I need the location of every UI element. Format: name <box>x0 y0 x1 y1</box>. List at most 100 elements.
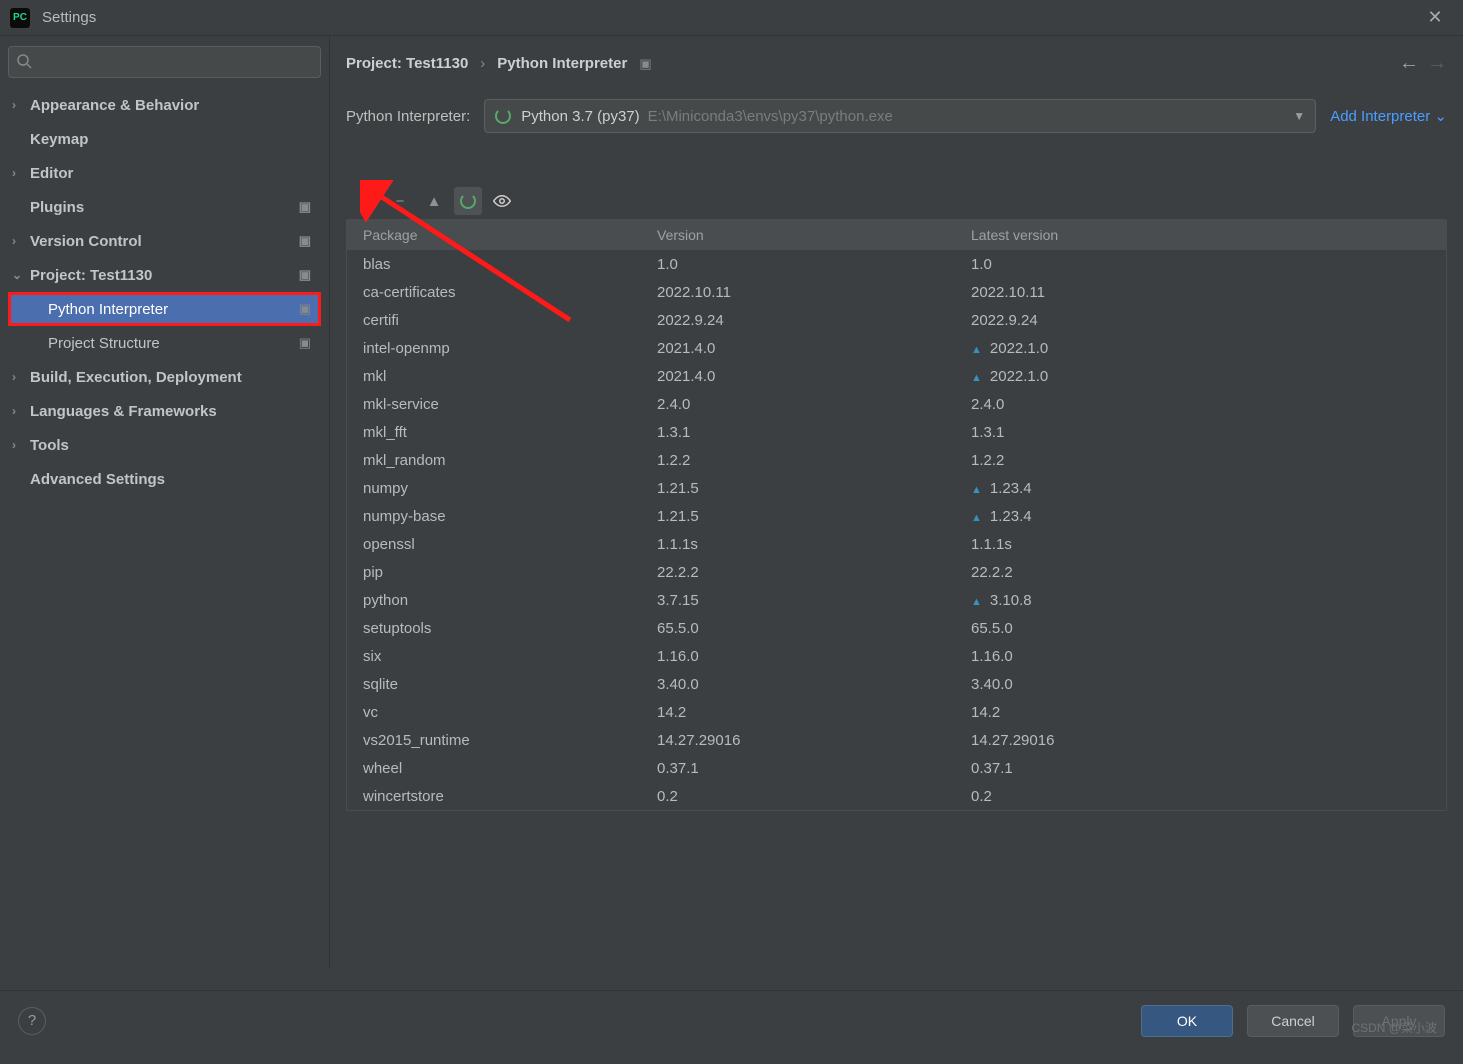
cell-version: 1.21.5 <box>657 508 967 525</box>
cell-package: ca-certificates <box>347 284 657 301</box>
sidebar-item[interactable]: Project Structure▣ <box>8 326 321 360</box>
back-icon[interactable]: ← <box>1399 52 1419 75</box>
package-row[interactable]: numpy-base1.21.5▲1.23.4 <box>347 502 1446 530</box>
upgrade-package-button[interactable]: ▲ <box>420 187 448 215</box>
package-row[interactable]: vs2015_runtime14.27.2901614.27.29016 <box>347 726 1446 754</box>
package-row[interactable]: certifi2022.9.242022.9.24 <box>347 306 1446 334</box>
sidebar-item[interactable]: ›Tools <box>8 428 321 462</box>
sidebar-item-label: Editor <box>30 165 73 182</box>
scope-icon: ▣ <box>299 199 311 215</box>
cell-version: 1.3.1 <box>657 424 967 441</box>
sidebar-item-label: Advanced Settings <box>30 471 165 488</box>
sidebar: ›Appearance & BehaviorKeymap›EditorPlugi… <box>0 36 330 968</box>
package-row[interactable]: setuptools65.5.065.5.0 <box>347 614 1446 642</box>
package-row[interactable]: six1.16.01.16.0 <box>347 642 1446 670</box>
package-row[interactable]: mkl2021.4.0▲2022.1.0 <box>347 362 1446 390</box>
sidebar-item-label: Build, Execution, Deployment <box>30 369 242 386</box>
col-latest[interactable]: Latest version <box>967 227 1446 243</box>
close-icon[interactable]: ✕ <box>1417 7 1453 28</box>
package-row[interactable]: intel-openmp2021.4.0▲2022.1.0 <box>347 334 1446 362</box>
cell-version: 1.0 <box>657 256 967 273</box>
sidebar-item[interactable]: Python Interpreter ▣ <box>8 292 321 326</box>
package-row[interactable]: mkl_random1.2.21.2.2 <box>347 446 1446 474</box>
cell-version: 0.37.1 <box>657 760 967 777</box>
sidebar-item[interactable]: ›Appearance & Behavior <box>8 88 321 122</box>
cell-version: 14.2 <box>657 704 967 721</box>
chevron-down-icon: ⌄ <box>1434 108 1447 125</box>
cell-package: numpy <box>347 480 657 497</box>
package-row[interactable]: mkl-service2.4.02.4.0 <box>347 390 1446 418</box>
cell-package: numpy-base <box>347 508 657 525</box>
crumb-project[interactable]: Project: Test1130 <box>346 55 468 72</box>
footer: ? OK Cancel Apply <box>0 990 1463 1050</box>
chevron-icon: › <box>12 166 30 180</box>
add-package-button[interactable]: + <box>352 187 380 215</box>
sidebar-item[interactable]: Advanced Settings <box>8 462 321 496</box>
sidebar-item-label: Python Interpreter <box>48 301 168 318</box>
sidebar-item-label: Project: Test1130 <box>30 267 152 284</box>
package-row[interactable]: numpy1.21.5▲1.23.4 <box>347 474 1446 502</box>
package-row[interactable]: vc14.214.2 <box>347 698 1446 726</box>
conda-load-button[interactable] <box>454 187 482 215</box>
package-row[interactable]: wheel0.37.10.37.1 <box>347 754 1446 782</box>
search-input[interactable] <box>8 46 321 78</box>
sidebar-item-label: Appearance & Behavior <box>30 97 199 114</box>
forward-icon: → <box>1427 52 1447 75</box>
remove-package-button[interactable]: − <box>386 187 414 215</box>
cell-version: 1.21.5 <box>657 480 967 497</box>
cell-latest: ▲1.23.4 <box>967 508 1446 525</box>
apply-button: Apply <box>1353 1005 1445 1037</box>
chevron-icon: › <box>12 98 30 112</box>
cell-latest: 3.40.0 <box>967 676 1446 693</box>
cell-version: 1.2.2 <box>657 452 967 469</box>
sidebar-item[interactable]: ›Languages & Frameworks <box>8 394 321 428</box>
help-button[interactable]: ? <box>18 1007 46 1035</box>
package-row[interactable]: blas1.01.0 <box>347 250 1446 278</box>
cell-package: wheel <box>347 760 657 777</box>
python-ring-icon <box>495 108 511 124</box>
package-row[interactable]: python3.7.15▲3.10.8 <box>347 586 1446 614</box>
cancel-button[interactable]: Cancel <box>1247 1005 1339 1037</box>
add-interpreter-label: Add Interpreter <box>1330 108 1430 125</box>
chevron-down-icon: ▼ <box>1293 109 1305 123</box>
col-version[interactable]: Version <box>657 227 967 243</box>
col-package[interactable]: Package <box>347 227 657 243</box>
package-row[interactable]: ca-certificates2022.10.112022.10.11 <box>347 278 1446 306</box>
interpreter-label: Python Interpreter: <box>346 108 470 125</box>
scope-icon: ▣ <box>299 301 311 317</box>
cell-latest: ▲1.23.4 <box>967 480 1446 497</box>
package-row[interactable]: wincertstore0.20.2 <box>347 782 1446 810</box>
package-row[interactable]: sqlite3.40.03.40.0 <box>347 670 1446 698</box>
chevron-icon: › <box>12 404 30 418</box>
sidebar-item[interactable]: Keymap <box>8 122 321 156</box>
cell-latest: 1.3.1 <box>967 424 1446 441</box>
sidebar-item[interactable]: ›Editor <box>8 156 321 190</box>
cell-version: 2022.9.24 <box>657 312 967 329</box>
interpreter-select[interactable]: Python 3.7 (py37) E:\Miniconda3\envs\py3… <box>484 99 1316 133</box>
cell-version: 3.40.0 <box>657 676 967 693</box>
cell-version: 2021.4.0 <box>657 368 967 385</box>
sidebar-item[interactable]: ⌄Project: Test1130▣ <box>8 258 321 292</box>
sidebar-item[interactable]: ›Build, Execution, Deployment <box>8 360 321 394</box>
upgrade-available-icon: ▲ <box>971 596 982 608</box>
main-panel: Project: Test1130 › Python Interpreter ▣… <box>330 36 1463 968</box>
cell-version: 14.27.29016 <box>657 732 967 749</box>
cell-latest: 2022.10.11 <box>967 284 1446 301</box>
search-wrap <box>8 46 321 78</box>
package-row[interactable]: openssl1.1.1s1.1.1s <box>347 530 1446 558</box>
sidebar-item-label: Project Structure <box>48 335 160 352</box>
chevron-icon: › <box>12 234 30 248</box>
show-early-releases-button[interactable] <box>488 187 516 215</box>
cell-latest: 2022.9.24 <box>967 312 1446 329</box>
package-row[interactable]: mkl_fft1.3.11.3.1 <box>347 418 1446 446</box>
cell-latest: 2.4.0 <box>967 396 1446 413</box>
package-toolbar: + − ▲ <box>346 183 1447 219</box>
cell-package: vs2015_runtime <box>347 732 657 749</box>
sidebar-item[interactable]: ›Version Control▣ <box>8 224 321 258</box>
ok-button[interactable]: OK <box>1141 1005 1233 1037</box>
add-interpreter-link[interactable]: Add Interpreter ⌄ <box>1330 107 1447 125</box>
cell-version: 0.2 <box>657 788 967 805</box>
cell-package: certifi <box>347 312 657 329</box>
package-row[interactable]: pip22.2.222.2.2 <box>347 558 1446 586</box>
sidebar-item[interactable]: Plugins▣ <box>8 190 321 224</box>
